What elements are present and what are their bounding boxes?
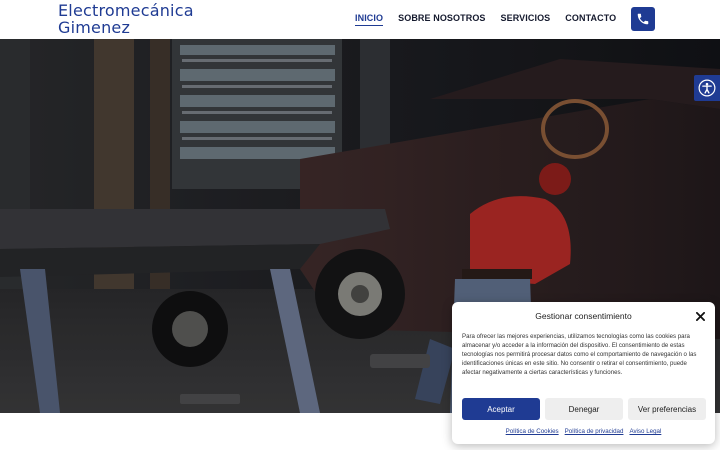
accessibility-icon (698, 79, 716, 97)
close-icon (695, 311, 705, 321)
consent-text: Para ofrecer las mejores experiencias, u… (462, 333, 697, 376)
consent-links: Política de Cookies Política de privacid… (452, 428, 715, 435)
site-header: Electromecánica Gimenez INICIO SOBRE NOS… (0, 0, 720, 39)
view-preferences-button[interactable]: Ver preferencias (628, 398, 706, 420)
nav-item-sobre-nosotros[interactable]: SOBRE NOSOTROS (398, 13, 485, 26)
consent-buttons: Aceptar Denegar Ver preferencias (462, 398, 706, 420)
main-nav: INICIO SOBRE NOSOTROS SERVICIOS CONTACTO (355, 13, 616, 26)
cookie-consent-dialog: Gestionar consentimiento Para ofrecer la… (452, 302, 715, 444)
logo-line-2[interactable]: Gimenez (58, 19, 194, 36)
cookie-policy-link[interactable]: Política de Cookies (506, 428, 559, 435)
nav-item-inicio[interactable]: INICIO (355, 13, 384, 26)
privacy-policy-link[interactable]: Política de privacidad (565, 428, 624, 435)
legal-notice-link[interactable]: Aviso Legal (629, 428, 661, 435)
page: Electromecánica Gimenez INICIO SOBRE NOS… (0, 0, 720, 450)
nav-item-servicios[interactable]: SERVICIOS (501, 13, 551, 26)
phone-button[interactable] (631, 7, 655, 31)
accept-button[interactable]: Aceptar (462, 398, 540, 420)
nav-item-contacto[interactable]: CONTACTO (565, 13, 616, 26)
deny-button[interactable]: Denegar (545, 398, 623, 420)
close-button[interactable] (694, 310, 706, 322)
site-logo[interactable]: Electromecánica Gimenez (58, 2, 194, 36)
accessibility-button[interactable] (694, 75, 720, 101)
consent-title: Gestionar consentimiento (535, 311, 632, 321)
logo-line-1[interactable]: Electromecánica (58, 2, 194, 19)
phone-icon (637, 13, 649, 25)
